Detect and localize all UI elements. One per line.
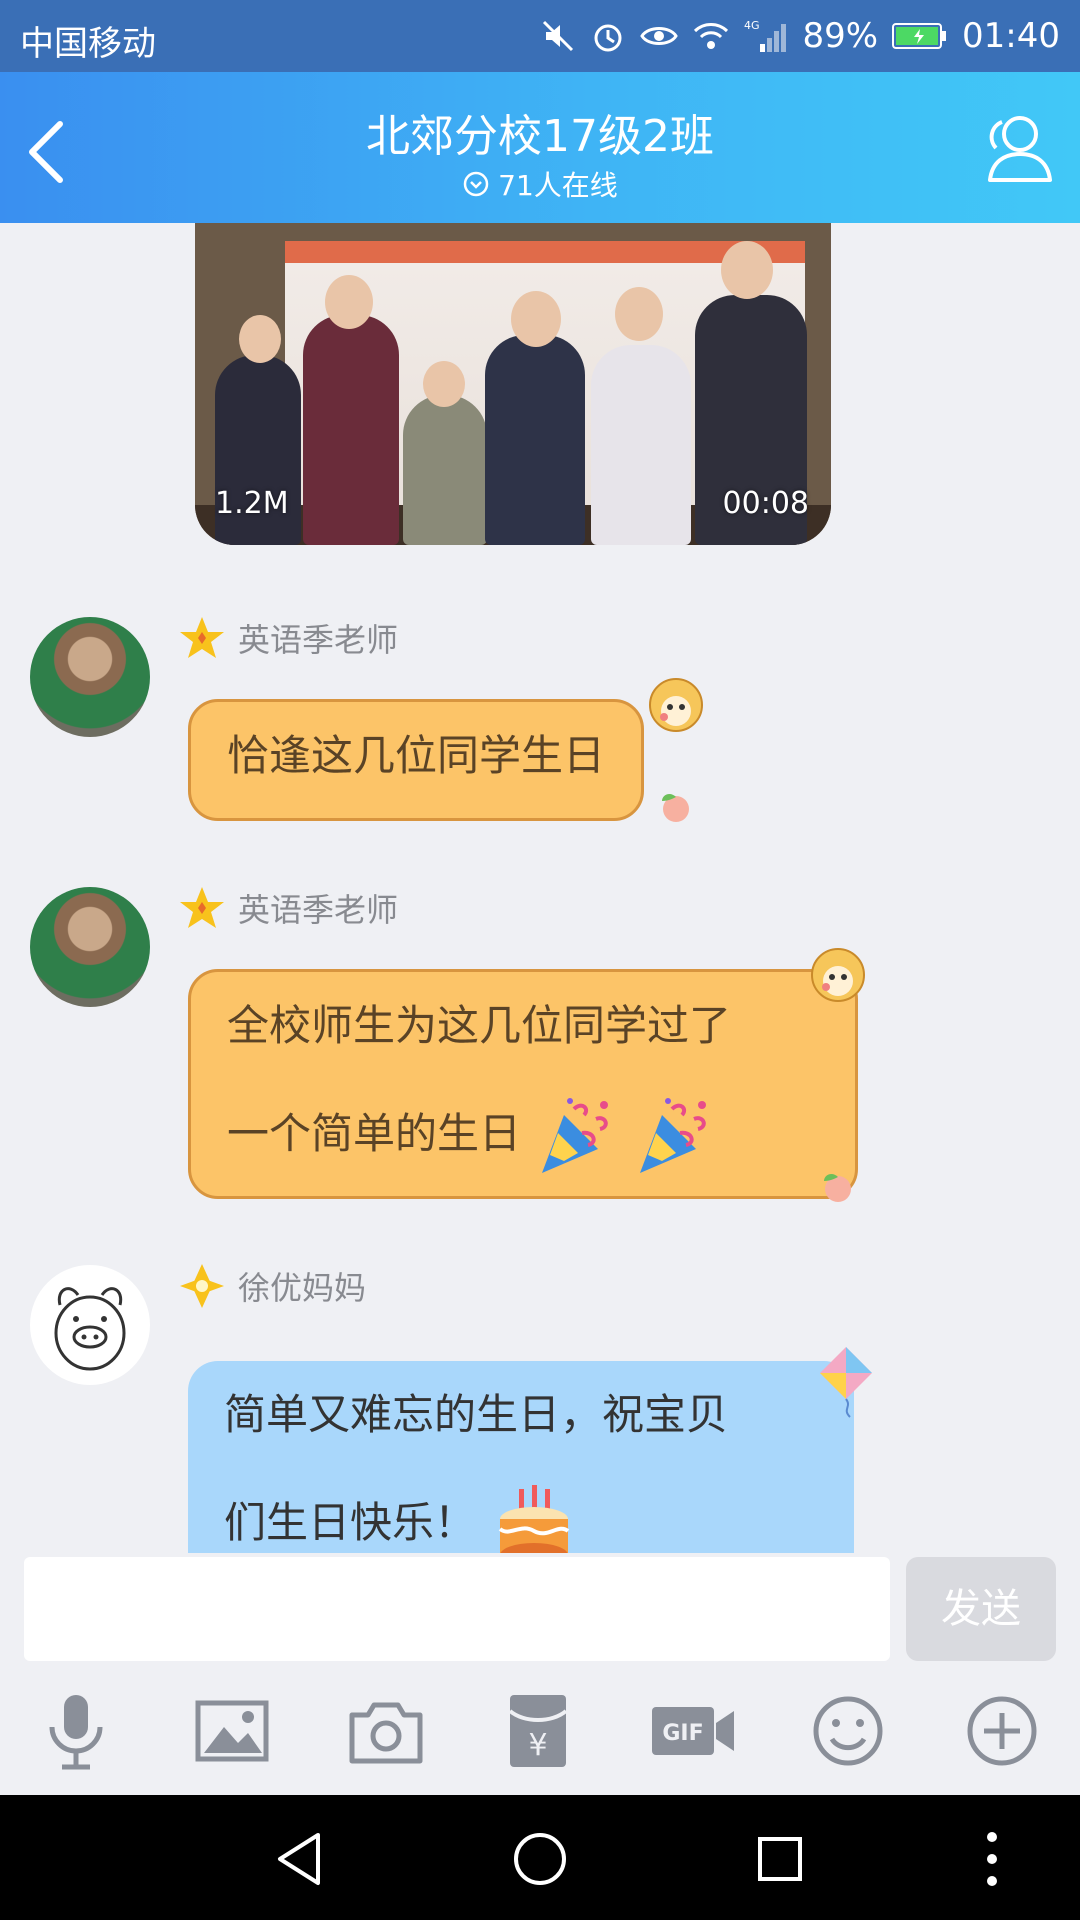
diamond-badge-icon [180,1264,224,1308]
chevron-down-circle-icon [463,171,489,197]
sender-name: 徐优妈妈 [238,1269,367,1307]
online-status[interactable]: 71人在线 [0,164,1080,204]
message-text-line-2-text: 一个简单的生日 [227,1109,522,1158]
chat-header: 北郊分校17级2班 71人在线 [0,72,1080,223]
group-members-icon[interactable] [974,106,1058,190]
birthday-cake-icon [499,1484,570,1553]
monkey-sticker-icon [649,678,703,732]
eye-icon [640,27,679,45]
alarm-icon [594,24,622,52]
message-text-line-1: 全校师生为这几位同学过了 [227,1001,732,1050]
party-popper-icon [542,1097,609,1173]
plus-icon[interactable] [960,1689,1044,1773]
red-packet-icon[interactable]: ¥ [496,1689,580,1773]
gif-icon[interactable]: GIF [648,1689,738,1773]
status-bar: 中国移动 4G 89% 01:40 [0,0,1080,72]
message-input[interactable] [24,1557,890,1661]
avatar-pig[interactable] [30,1265,150,1385]
monkey-sticker-icon [811,948,865,1002]
sender-row: 英语季老师 [178,883,398,933]
svg-text:4G: 4G [744,19,760,32]
sender-row: 英语季老师 [178,613,398,663]
composer-toolbar: ¥ GIF [0,1663,1080,1795]
send-button[interactable]: 发送 [906,1557,1056,1661]
message-text: 恰逢这几位同学生日 [227,731,606,780]
nav-home-icon[interactable] [508,1827,572,1891]
microphone-icon[interactable] [34,1689,118,1773]
nav-more-icon[interactable] [960,1827,1024,1891]
party-popper-icon [639,1097,706,1173]
avatar-chipmunk[interactable] [30,887,150,1007]
signal-icon: 4G [744,19,787,52]
pig-face-icon [54,1287,126,1371]
kite-icon [820,1347,872,1418]
emoji-icon[interactable] [806,1689,890,1773]
video-file-size: 1.2M [215,486,289,521]
svg-text:¥: ¥ [528,1728,547,1763]
clock: 01:40 [962,16,1060,56]
image-icon[interactable] [190,1689,274,1773]
message-bubble[interactable]: 恰逢这几位同学生日 [188,699,645,821]
group-title: 北郊分校17级2班 [366,111,714,162]
message-text-line-2-text: 们生日快乐！ [224,1498,477,1547]
avatar-chipmunk[interactable] [30,617,150,737]
star-badge-icon [180,887,224,928]
nav-recents-icon[interactable] [748,1827,812,1891]
sender-name: 英语季老师 [238,621,399,659]
svg-text:GIF: GIF [662,1721,703,1746]
message-text-line-2: 们生日快乐！ [224,1469,818,1553]
sender-row: 徐优妈妈 [178,1261,366,1311]
video-message[interactable]: 1.2M 00:08 [195,223,831,545]
battery-icon [892,23,947,49]
chat-message-list[interactable]: 1.2M 00:08 英语季老师 恰逢这几位同学生日 英语季老师 全校师生为这几… [0,223,1080,1553]
sender-name: 英语季老师 [238,891,399,929]
message-text-line-1: 简单又难忘的生日，祝宝贝 [224,1390,729,1439]
system-navigation-bar [0,1795,1080,1920]
peach-icon [662,794,689,822]
message-text-line-2: 一个简单的生日 [227,1080,819,1188]
mute-icon [543,20,574,52]
peach-icon [824,1174,851,1202]
online-count: 71人在线 [498,169,618,202]
star-badge-icon [180,617,224,658]
video-duration: 00:08 [722,486,809,521]
carrier-name: 中国移动 [20,24,156,64]
message-composer: 发送 [0,1553,1080,1663]
message-bubble[interactable]: 全校师生为这几位同学过了 一个简单的生日 [188,969,858,1199]
camera-icon[interactable] [344,1689,428,1773]
nav-back-icon[interactable] [268,1827,332,1891]
battery-percent: 89% [802,16,879,56]
status-icons: 4G 89% 01:40 [540,12,1060,60]
wifi-icon [694,23,729,49]
message-bubble[interactable]: 简单又难忘的生日，祝宝贝 们生日快乐！ [188,1361,854,1553]
